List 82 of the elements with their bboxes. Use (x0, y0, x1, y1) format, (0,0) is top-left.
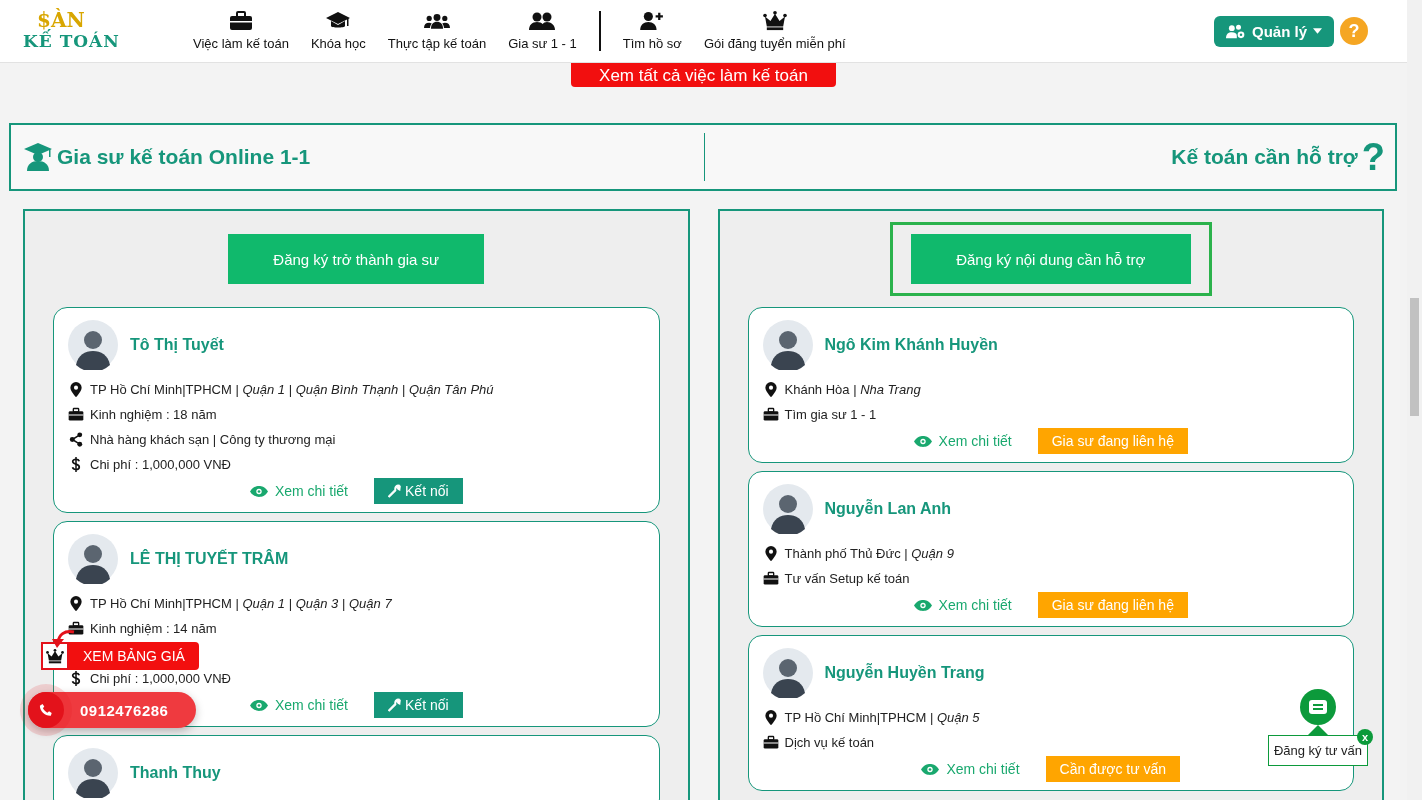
section-title: Gia sư kế toán Online 1-1 (57, 145, 311, 169)
eye-icon (249, 699, 268, 711)
eye-icon (913, 435, 932, 447)
detail-link[interactable]: Xem chi tiết (913, 433, 1012, 449)
register-button[interactable]: Đăng ký trở thành gia sư (228, 234, 485, 284)
location-pin-icon (68, 382, 84, 397)
caret-icon (1313, 28, 1322, 34)
info-text: TP Hồ Chí Minh|TPHCM | Quận 1 | Quận Bình Thạnh | Quận Tân Phú (90, 382, 494, 397)
briefcase-icon (68, 407, 84, 422)
nav-item[interactable]: Việc làm kế toán (193, 11, 289, 51)
nav-item[interactable]: Khóa học (310, 11, 366, 51)
manage-dropdown[interactable]: Quản lý (1214, 15, 1334, 47)
location-pin-icon (762, 546, 779, 561)
info-text: Dịch vụ kế toán (784, 735, 875, 750)
person-name[interactable]: Ngô Kim Khánh Huyền (824, 336, 998, 354)
nav-item[interactable]: Tìm hồ sơ (622, 11, 682, 51)
detail-link[interactable]: Xem chi tiết (249, 697, 348, 713)
message-icon (1308, 698, 1328, 716)
curved-arrow-icon (50, 628, 76, 650)
crown-icon (761, 11, 788, 31)
status-button[interactable]: Gia sư đang liên hệ (1037, 428, 1188, 454)
eye-icon (913, 599, 932, 611)
status-button[interactable]: Gia sư đang liên hệ (1037, 592, 1188, 618)
info-text: Nhà hàng khách sạn | Công ty thương mại (90, 432, 336, 447)
briefcase-icon (227, 11, 254, 31)
person-name[interactable]: Nguyễn Lan Anh (824, 500, 951, 518)
see-all-button[interactable]: Xem tất cả việc làm kế toán (571, 63, 836, 87)
two-people-icon (529, 11, 556, 31)
user-plus-icon (639, 11, 666, 31)
info-text: TP Hồ Chí Minh|TPHCM | Quận 1 | Quận 3 | Quận 7 (90, 596, 392, 611)
info-text: TP Hồ Chí Minh|TPHCM | Quận 5 (784, 710, 980, 725)
users-gear-icon (1226, 23, 1246, 39)
group-icon (423, 11, 450, 31)
connect-button[interactable]: Kết nối (374, 692, 463, 718)
info-text: Thành phố Thủ Đức | Quận 9 (784, 546, 954, 561)
register-button[interactable]: Đăng ký nội dung cần hỗ trợ (910, 234, 1191, 284)
info-text: Tìm gia sư 1 - 1 (784, 407, 877, 422)
info-text: Chi phí : 1,000,000 VNĐ (90, 457, 231, 472)
nav-item[interactable]: Gói đăng tuyển miễn phí (703, 11, 846, 51)
location-pin-icon (68, 596, 84, 611)
share-icon (68, 432, 84, 447)
detail-link[interactable]: Xem chi tiết (249, 483, 348, 499)
eye-icon (249, 485, 268, 497)
section-title: Kế toán cần hỗ trợ (1171, 145, 1358, 169)
person-name[interactable]: Tô Thị Tuyết (130, 336, 224, 354)
teacher-icon (23, 142, 53, 172)
avatar (68, 534, 118, 584)
logo[interactable]: $ÀN KẾ TOÁN (23, 10, 133, 52)
detail-link[interactable]: Xem chi tiết (921, 761, 1020, 777)
pointer-triangle-icon (1308, 725, 1328, 735)
info-text: Chi phí : 1,000,000 VNĐ (90, 671, 231, 686)
avatar (762, 648, 813, 698)
person-name[interactable]: LÊ THỊ TUYẾT TRÂM (130, 550, 289, 568)
person-name[interactable]: Thanh Thuy (130, 764, 221, 782)
briefcase-icon (68, 621, 84, 636)
eye-icon (921, 763, 940, 775)
status-button[interactable]: Cần được tư vấn (1045, 756, 1181, 782)
briefcase-icon (762, 407, 779, 422)
location-pin-icon (762, 710, 779, 725)
connect-button[interactable]: Kết nối (374, 478, 463, 504)
person-name[interactable]: Nguyễn Huyền Trang (824, 664, 985, 682)
avatar (762, 484, 813, 534)
info-text: Kinh nghiệm : 18 năm (90, 407, 217, 422)
nav-item[interactable]: Thực tập kế toán (387, 11, 487, 51)
briefcase-icon (762, 571, 779, 586)
help-button[interactable]: ? (1340, 17, 1368, 45)
avatar (68, 320, 118, 370)
crown-icon (46, 648, 64, 664)
location-pin-icon (762, 382, 779, 397)
avatar (762, 320, 813, 370)
briefcase-icon (762, 735, 779, 750)
info-text: Kinh nghiệm : 14 năm (90, 621, 217, 636)
info-text: Khánh Hòa | Nha Trang (784, 382, 921, 397)
info-text: Tư vấn Setup kế toán (784, 571, 910, 586)
detail-link[interactable]: Xem chi tiết (913, 597, 1012, 613)
wrench-icon (388, 698, 402, 712)
avatar (68, 748, 118, 798)
nav-item[interactable]: Gia sư 1 - 1 (508, 11, 577, 51)
wrench-icon (388, 484, 402, 498)
phone-button[interactable]: 0912476286 (28, 692, 196, 728)
question-mark-icon: ? (1361, 139, 1385, 175)
phone-icon (39, 703, 53, 717)
